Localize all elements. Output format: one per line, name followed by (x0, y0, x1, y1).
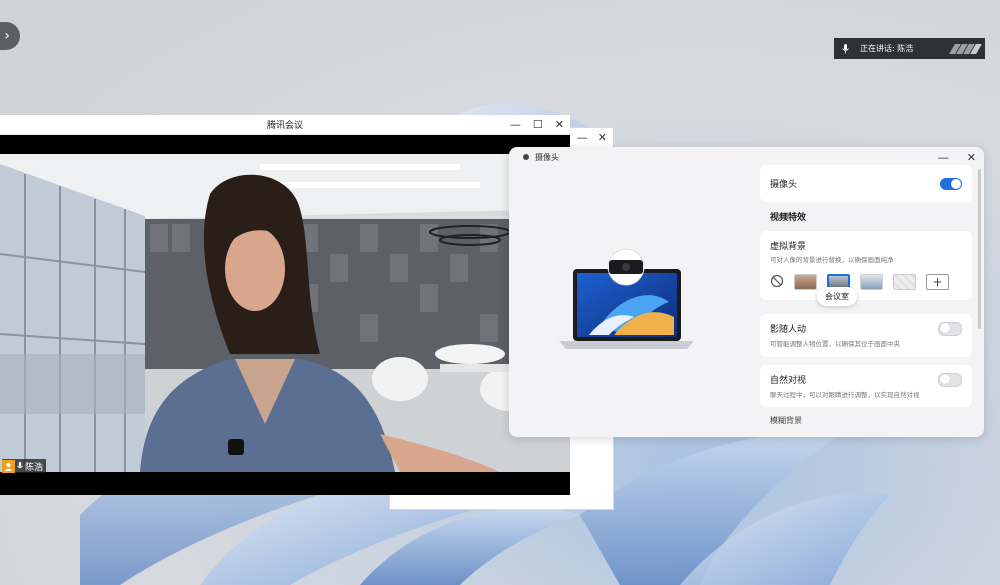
microphone-icon (15, 461, 25, 471)
chevron-right-icon: › (4, 28, 10, 44)
background-option-office[interactable] (860, 274, 883, 291)
virtual-background-description: 可对人像的背景进行替换，以确保画面纯净 (770, 256, 894, 264)
camera-preview-illustration (559, 248, 694, 349)
audio-wave-icon (949, 43, 985, 54)
close-icon[interactable]: ✕ (967, 151, 976, 164)
minimize-icon[interactable]: — (577, 131, 588, 144)
follow-card: 影随人动 可智能调整人物位置，以确保其位于画面中央 (760, 313, 972, 357)
participant-name: 陈浩 (25, 462, 44, 473)
eye-contact-label: 自然对视 (770, 376, 807, 387)
follow-description: 可智能调整人物位置，以确保其位于画面中央 (770, 339, 900, 348)
camera-panel-header: 摄像头 — ✕ (509, 147, 984, 167)
speaking-indicator: 正在讲话: 陈浩 (834, 38, 985, 59)
minimize-icon[interactable]: — (938, 151, 949, 164)
background-option-living-room[interactable] (794, 274, 817, 291)
clipped-setting-label: 模糊背景 (770, 416, 802, 426)
user-avatar-icon (2, 459, 15, 473)
eye-contact-description: 聊天过程中，可以对眼睛进行调整，以实现自然对视 (770, 390, 920, 399)
maximize-icon[interactable]: ☐ (533, 118, 543, 131)
speaking-label: 正在讲话: 陈浩 (860, 44, 914, 53)
participant-name-tag: 陈浩 (2, 459, 47, 473)
background-options: + (770, 273, 962, 292)
meeting-titlebar: 腾讯会议 — ☐ ✕ (0, 115, 570, 135)
no-background-icon[interactable] (770, 273, 784, 292)
close-icon[interactable]: ✕ (555, 118, 564, 131)
video-effects-section-title: 视频特效 (770, 213, 807, 223)
camera-dot-icon (523, 154, 529, 160)
window-title: 腾讯会议 (266, 121, 303, 131)
meeting-window: 腾讯会议 — ☐ ✕ 陈浩 (0, 115, 570, 495)
camera-panel-title: 摄像头 (535, 152, 559, 162)
background-option-blank[interactable] (893, 274, 916, 291)
camera-toggle-card: 摄像头 (760, 165, 972, 202)
microphone-icon (834, 43, 856, 54)
settings-list: 摄像头 视频特效 虚拟背景 可对人像的背景进行替换，以确保画面纯净 + 会议室 (760, 165, 972, 435)
camera-settings-panel: 摄像头 — ✕ 摄像头 视频特效 虚拟背景 可对人像的背景进行替换，以确保画面纯… (509, 147, 984, 437)
eye-contact-card: 自然对视 聊天过程中，可以对眼睛进行调整，以实现自然对视 (760, 364, 972, 408)
settings-scrollbar[interactable] (978, 169, 981, 329)
camera-toggle[interactable] (940, 177, 962, 190)
close-icon[interactable]: ✕ (598, 131, 607, 144)
follow-toggle[interactable] (938, 321, 962, 336)
camera-toggle-label: 摄像头 (770, 180, 798, 190)
participant-video (0, 154, 570, 472)
follow-label: 影随人动 (770, 325, 807, 336)
virtual-background-label: 虚拟背景 (770, 242, 807, 252)
virtual-background-card: 虚拟背景 可对人像的背景进行替换，以确保画面纯净 + 会议室 (760, 231, 972, 306)
background-tooltip: 会议室 (817, 287, 857, 306)
add-background-button[interactable]: + (926, 274, 949, 291)
minimize-icon[interactable]: — (510, 118, 521, 131)
eye-contact-toggle[interactable] (938, 372, 962, 387)
sidebar-expand-handle[interactable]: › (0, 22, 20, 50)
